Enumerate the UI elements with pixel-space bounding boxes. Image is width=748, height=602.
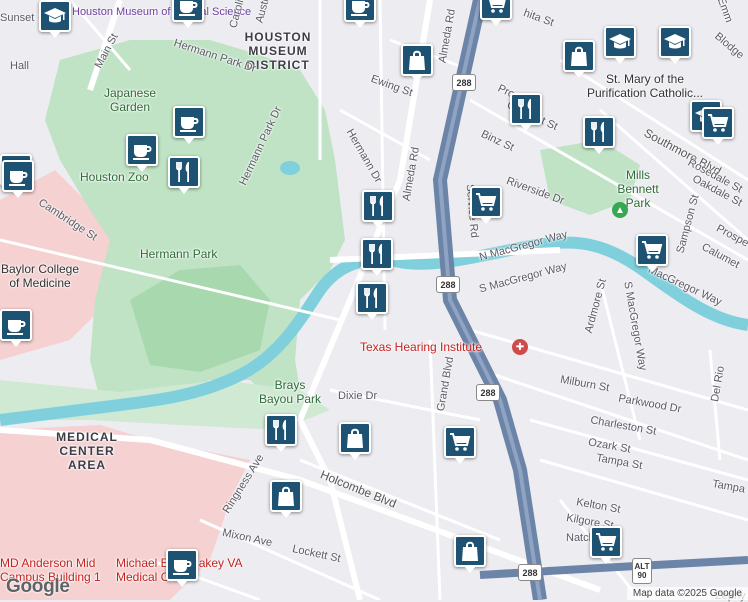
hall-label: Hall — [10, 60, 29, 72]
restaurant-marker[interactable] — [583, 116, 615, 154]
grocery-marker[interactable] — [480, 0, 512, 26]
coffee-cup-icon — [4, 313, 28, 337]
restaurant-marker[interactable] — [361, 238, 393, 276]
fork-knife-icon — [172, 160, 196, 184]
shopping-bag-icon — [274, 484, 298, 508]
restaurant-marker[interactable] — [265, 414, 297, 452]
coffee-cup-icon — [6, 164, 30, 188]
alt-90-shield: ALT 90 — [632, 558, 652, 584]
graduation-cap-icon — [43, 4, 67, 28]
cafe-marker[interactable] — [0, 309, 32, 347]
shopping-bag-icon — [343, 426, 367, 450]
brays-park-label[interactable]: Brays Bayou Park — [258, 378, 322, 406]
school-marker[interactable] — [604, 26, 636, 64]
restaurant-marker[interactable] — [362, 190, 394, 228]
shopping-marker[interactable] — [339, 422, 371, 460]
grocery-marker[interactable] — [702, 107, 734, 145]
medical-center-label: MEDICAL CENTER AREA — [56, 430, 118, 472]
museum-label[interactable]: Houston Museum of Natural Science — [72, 6, 251, 19]
shopping-cart-icon — [474, 190, 498, 214]
cafe-marker[interactable] — [344, 0, 376, 28]
grocery-marker[interactable] — [636, 234, 668, 272]
school-marker[interactable] — [39, 0, 71, 38]
shopping-marker[interactable] — [454, 535, 486, 573]
street-sunset: Sunset — [0, 12, 35, 24]
zoo-label[interactable]: Houston Zoo — [80, 170, 149, 184]
shopping-bag-icon — [405, 48, 429, 72]
coffee-cup-icon — [348, 0, 372, 18]
grocery-marker[interactable] — [590, 526, 622, 564]
cafe-marker[interactable] — [126, 134, 158, 172]
shopping-marker[interactable] — [270, 480, 302, 518]
japanese-garden-label[interactable]: Japanese Garden — [95, 86, 165, 114]
shopping-cart-icon — [640, 238, 664, 262]
graduation-cap-icon — [663, 30, 687, 54]
hwy-288-shield: 288 — [476, 384, 500, 401]
google-logo: Google — [6, 576, 70, 597]
graduation-cap-icon — [608, 30, 632, 54]
restaurant-marker[interactable] — [168, 156, 200, 194]
shopping-cart-icon — [594, 530, 618, 554]
grocery-marker[interactable] — [444, 426, 476, 464]
cafe-marker[interactable] — [172, 0, 204, 28]
map-attribution[interactable]: Map data ©2025 Google — [626, 587, 748, 600]
shopping-cart-icon — [484, 0, 508, 16]
texas-hearing-label[interactable]: Texas Hearing Institute — [360, 340, 482, 354]
street-dixie: Dixie Dr — [338, 390, 378, 402]
coffee-cup-icon — [177, 110, 201, 134]
grocery-marker[interactable] — [470, 186, 502, 224]
cafe-marker[interactable] — [2, 160, 34, 198]
fork-knife-icon — [360, 286, 384, 310]
restaurant-marker[interactable] — [510, 93, 542, 131]
shopping-cart-icon — [706, 111, 730, 135]
shopping-marker[interactable] — [401, 44, 433, 82]
fork-knife-icon — [587, 120, 611, 144]
hwy-288-shield: 288 — [518, 564, 542, 581]
baylor-label[interactable]: Baylor College of Medicine — [0, 262, 80, 290]
fork-knife-icon — [365, 242, 389, 266]
park-tree-icon[interactable]: ▲ — [612, 202, 628, 218]
st-mary-label[interactable]: St. Mary of the Purification Catholic... — [580, 72, 710, 100]
cafe-marker[interactable] — [173, 106, 205, 144]
coffee-cup-icon — [176, 0, 200, 18]
coffee-cup-icon — [130, 138, 154, 162]
hospital-icon[interactable]: ✚ — [512, 339, 528, 355]
fork-knife-icon — [514, 97, 538, 121]
pond — [280, 161, 300, 175]
fork-knife-icon — [269, 418, 293, 442]
shopping-cart-icon — [448, 430, 472, 454]
restaurant-marker[interactable] — [356, 282, 388, 320]
fork-knife-icon — [366, 194, 390, 218]
shopping-bag-icon — [458, 539, 482, 563]
school-marker[interactable] — [659, 26, 691, 64]
coffee-cup-icon — [170, 553, 194, 577]
shopping-bag-icon — [567, 44, 591, 68]
hermann-park-label[interactable]: Hermann Park — [140, 247, 217, 261]
cafe-marker[interactable] — [166, 549, 198, 587]
hwy-288-shield: 288 — [436, 276, 460, 293]
hwy-288-shield: 288 — [452, 74, 476, 91]
shopping-marker[interactable] — [563, 40, 595, 78]
